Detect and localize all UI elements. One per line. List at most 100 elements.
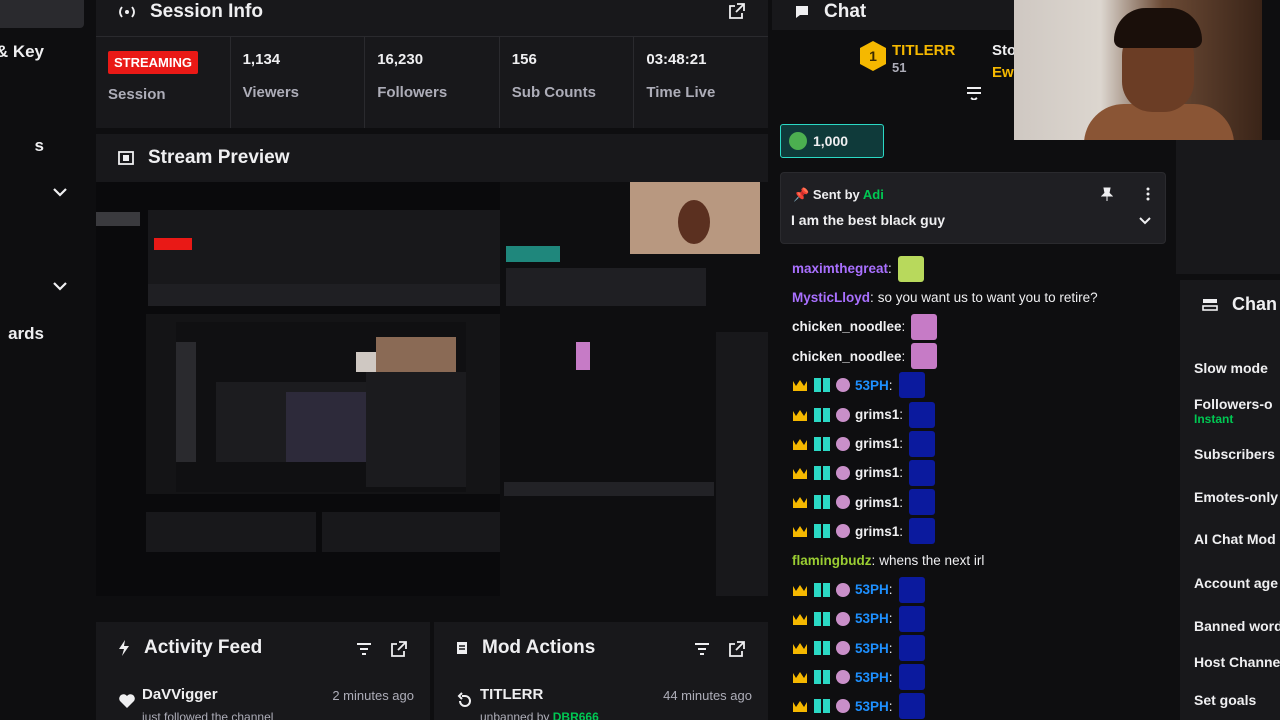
setting-ai-chat-mod[interactable]: AI Chat Mod [1194, 531, 1276, 547]
chat-message[interactable]: 53PH: [792, 604, 1162, 633]
chat-username[interactable]: 53PH [855, 641, 889, 656]
stat-sub-counts: 156 Sub Counts [500, 37, 635, 128]
chat-message[interactable]: flamingbudz: whens the next irl [792, 546, 1162, 575]
mod-action-item[interactable]: TITLERR unbanned by DBR666 44 minutes ag… [456, 686, 752, 720]
filter-icon[interactable] [694, 642, 710, 656]
popout-icon[interactable] [390, 640, 408, 658]
filter-icon[interactable] [356, 642, 372, 656]
hype-top-name[interactable]: TITLERR [892, 42, 955, 59]
sidebar-selected-item[interactable] [0, 0, 84, 28]
popout-icon[interactable] [728, 640, 746, 658]
chat-username[interactable]: MysticLloyd [792, 290, 870, 305]
chat-emote-icon [898, 635, 925, 662]
chat-username[interactable]: 53PH [855, 699, 889, 714]
chat-message[interactable]: MysticLloyd: so you want us to want you t… [792, 283, 1162, 312]
chat-username[interactable]: 53PH [855, 670, 889, 685]
webcam-hair [1114, 8, 1202, 48]
stream-preview-panel: Stream Preview [96, 134, 768, 596]
avatar-badge-icon [836, 378, 850, 393]
setting-followers-only[interactable]: Followers-o [1194, 396, 1273, 412]
sidebar-item-stream-key[interactable]: & Key [0, 42, 44, 62]
chat-username[interactable]: grims1 [855, 524, 899, 539]
activity-item[interactable]: DaVVigger just followed the channel 2 mi… [118, 686, 414, 720]
chat-colon: : [888, 582, 893, 598]
chat-username[interactable]: grims1 [855, 465, 899, 480]
chat-username[interactable]: grims1 [855, 495, 899, 510]
chat-message[interactable]: grims1: [792, 517, 1162, 546]
chat-username[interactable]: grims1 [855, 436, 899, 451]
more-options-icon[interactable] [1145, 187, 1151, 201]
chat-message[interactable]: chicken_noodlee: [792, 312, 1162, 341]
activity-feed-header: Activity Feed [96, 628, 430, 668]
avatar-badge-icon [836, 699, 850, 714]
left-sidebar: & Key s ards [0, 0, 84, 720]
chat-colon: : [871, 552, 876, 568]
chat-message[interactable]: 53PH: [792, 633, 1162, 662]
chevron-down-icon[interactable] [52, 184, 68, 200]
stream-preview-title: Stream Preview [148, 147, 290, 168]
sub-badge-icon [814, 641, 830, 656]
chat-username[interactable]: 53PH [855, 378, 889, 393]
hype-train-amount[interactable]: 1,000 [780, 124, 884, 158]
mod-action-verb: unbanned by [480, 710, 550, 720]
popout-icon[interactable] [728, 2, 746, 20]
stat-label: Viewers [242, 84, 300, 101]
chat-message[interactable]: grims1: [792, 400, 1162, 429]
chat-colon: : [870, 290, 874, 306]
expand-list-icon[interactable] [966, 86, 982, 100]
mod-action-target[interactable]: DBR666 [553, 710, 599, 720]
document-icon [456, 641, 468, 655]
chat-message-list: maximthegreat: MysticLloyd: so you want us… [792, 254, 1162, 720]
webcam-overlay [1014, 0, 1262, 140]
setting-account-age[interactable]: Account age [1194, 575, 1278, 591]
chat-username[interactable]: 53PH [855, 611, 889, 626]
chat-username[interactable]: grims1 [855, 407, 899, 422]
chat-message[interactable]: grims1: [792, 458, 1162, 487]
chat-emote-icon [898, 576, 925, 603]
crown-badge-icon [793, 643, 807, 655]
channel-settings-title: Chan [1232, 294, 1277, 314]
chat-message[interactable]: 53PH: [792, 692, 1162, 720]
session-info-title: Session Info [150, 1, 263, 22]
setting-set-goals[interactable]: Set goals [1194, 692, 1256, 708]
pinned-message[interactable]: 📌 Sent by Adi I am the best black guy [780, 172, 1166, 244]
avatar-badge-icon [836, 436, 850, 451]
chevron-down-icon[interactable] [52, 278, 68, 294]
chevron-down-icon[interactable] [1139, 217, 1151, 225]
pin-small-icon: 📌 [793, 187, 810, 202]
mod-action-user[interactable]: TITLERR [480, 686, 543, 703]
chat-emote-icon [909, 459, 936, 486]
chat-message[interactable]: grims1: [792, 488, 1162, 517]
chat-message[interactable]: 53PH: [792, 575, 1162, 604]
activity-user[interactable]: DaVVigger [142, 686, 218, 703]
chat-username[interactable]: chicken_noodlee [792, 319, 902, 334]
chat-username[interactable]: chicken_noodlee [792, 349, 902, 364]
chat-message[interactable]: 53PH: [792, 371, 1162, 400]
stream-preview-video[interactable] [96, 182, 768, 596]
mod-action-time: 44 minutes ago [663, 688, 752, 703]
avatar-badge-icon [836, 670, 850, 685]
chat-username[interactable]: maximthegreat [792, 261, 888, 276]
stream-preview-header: Stream Preview [96, 134, 768, 182]
sidebar-item-rewards[interactable]: ards [8, 324, 44, 344]
pinned-sender[interactable]: Adi [863, 187, 884, 202]
setting-emotes-only[interactable]: Emotes-only [1194, 489, 1278, 505]
chat-emote-icon [909, 401, 936, 428]
setting-subscribers-only[interactable]: Subscribers [1194, 446, 1275, 462]
sidebar-item-s[interactable]: s [35, 136, 44, 156]
crown-badge-icon [793, 526, 807, 538]
chat-message[interactable]: grims1: [792, 429, 1162, 458]
chat-message[interactable]: 53PH: [792, 663, 1162, 692]
setting-slow-mode[interactable]: Slow mode [1194, 360, 1268, 376]
chat-username[interactable]: 53PH [855, 582, 889, 597]
activity-time: 2 minutes ago [332, 688, 414, 703]
chat-message[interactable]: chicken_noodlee: [792, 342, 1162, 371]
chat-message[interactable]: maximthegreat: [792, 254, 1162, 283]
setting-host-channel[interactable]: Host Channe [1194, 654, 1280, 670]
chat-bubble-icon [794, 5, 810, 19]
setting-banned-words[interactable]: Banned word [1194, 618, 1280, 634]
session-info-header: Session Info [96, 0, 768, 30]
sub-badge-icon [814, 699, 830, 714]
pin-icon[interactable] [1101, 187, 1113, 201]
chat-username[interactable]: flamingbudz [792, 553, 872, 568]
